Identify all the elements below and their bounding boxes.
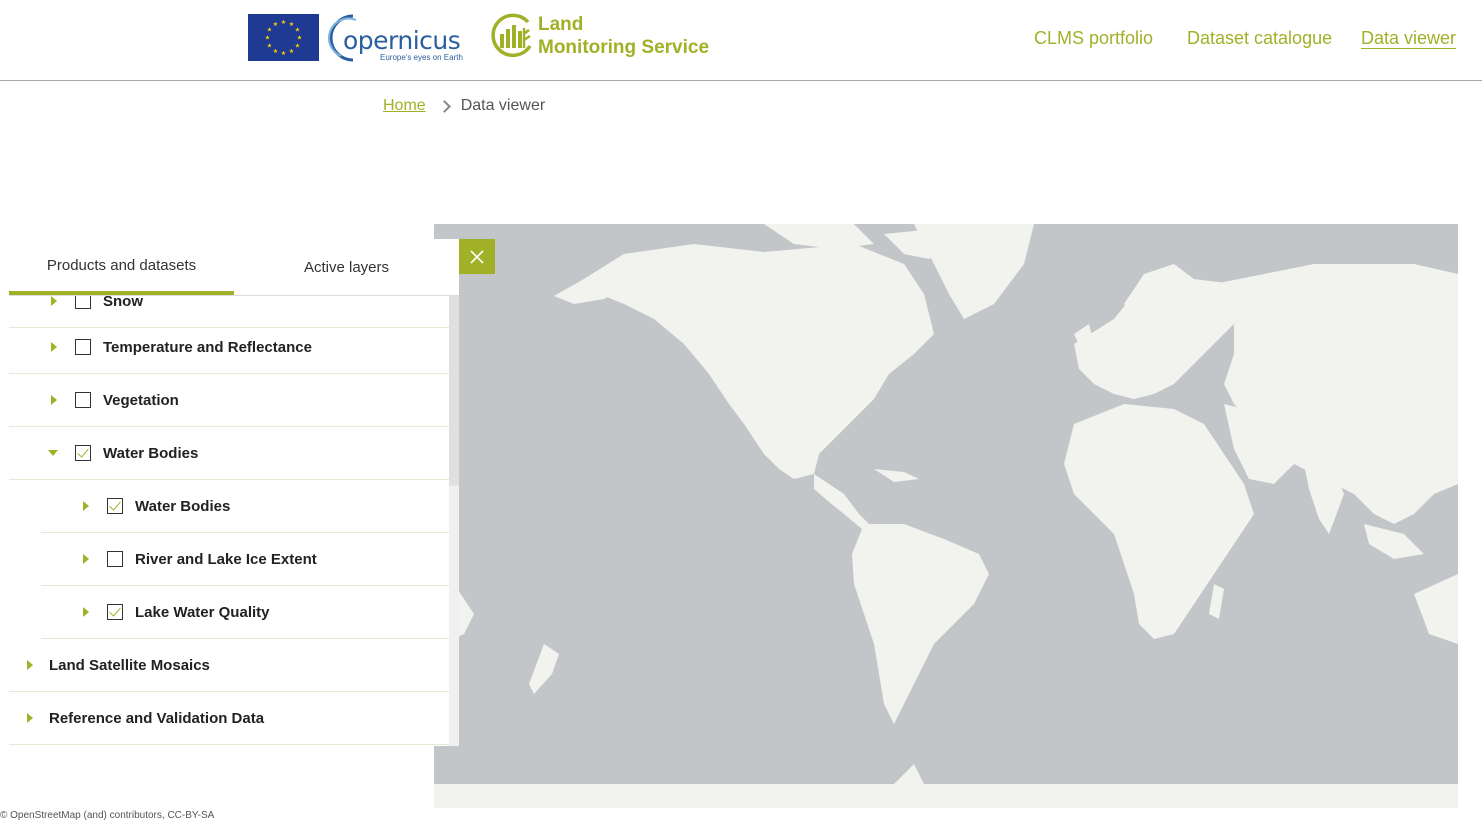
checkbox-water-bodies-group[interactable] [75, 445, 91, 461]
svg-text:★: ★ [265, 35, 270, 42]
checkbox-river-and-lake-ice-extent[interactable] [107, 551, 123, 567]
tree-item-label: Land Satellite Mosaics [49, 656, 210, 674]
tree-item-lake-water-quality[interactable]: Lake Water Quality [41, 586, 449, 639]
map-attribution: © OpenStreetMap (and) contributors, CC-B… [0, 810, 215, 821]
caret-right-icon[interactable] [51, 395, 57, 405]
land-monitoring-service-title[interactable]: Land Monitoring Service [538, 13, 709, 59]
nav-clms-portfolio[interactable]: CLMS portfolio [1034, 28, 1153, 49]
tree-item-water-bodies[interactable]: Water Bodies [41, 480, 449, 533]
land-monitoring-service-logo-icon[interactable] [490, 12, 536, 60]
tree-item-label: Lake Water Quality [135, 603, 270, 621]
caret-right-icon[interactable] [83, 501, 89, 511]
tree-item-land-satellite-mosaics[interactable]: Land Satellite Mosaics [9, 639, 449, 692]
tree-item-temperature-and-reflectance[interactable]: Temperature and Reflectance [9, 321, 449, 374]
tree-item-river-and-lake-ice-extent[interactable]: River and Lake Ice Extent [41, 533, 449, 586]
caret-right-icon[interactable] [51, 342, 57, 352]
nav-data-viewer[interactable]: Data viewer [1361, 28, 1457, 49]
svg-text:★: ★ [289, 21, 294, 28]
tab-active-layers[interactable]: Active layers [234, 239, 459, 295]
checkbox-vegetation[interactable] [75, 392, 91, 408]
tree-scrollbar[interactable] [449, 296, 459, 746]
product-tree[interactable]: Snow Temperature and Reflectance Vegetat… [9, 296, 449, 746]
eu-flag-logo[interactable]: ★ ★ ★ ★ ★ ★ ★ ★ ★ ★ ★ ★ [248, 14, 319, 61]
svg-text:★: ★ [267, 43, 272, 50]
svg-text:★: ★ [295, 43, 300, 50]
tree-item-label: Temperature and Reflectance [103, 338, 312, 356]
lms-title-line2: Monitoring Service [538, 37, 710, 58]
tree-item-vegetation[interactable]: Vegetation [9, 374, 449, 427]
lms-title-line1: Land [538, 14, 584, 35]
checkbox-snow[interactable] [75, 296, 91, 309]
caret-right-icon[interactable] [27, 660, 33, 670]
panel-tabs: Products and datasets Active layers [9, 239, 459, 296]
scrollbar-thumb[interactable] [449, 296, 459, 486]
caret-down-icon[interactable] [48, 450, 58, 456]
svg-text:★: ★ [273, 48, 278, 55]
nav-dataset-catalogue[interactable]: Dataset catalogue [1187, 28, 1332, 49]
tree-item-label: Snow [103, 296, 143, 310]
tree-item-water-bodies-group[interactable]: Water Bodies [9, 427, 449, 480]
tree-item-label: Water Bodies [103, 444, 199, 462]
chevron-right-icon [437, 99, 451, 113]
tree-item-label: River and Lake Ice Extent [135, 550, 317, 568]
copernicus-tagline: Europe's eyes on Earth [380, 53, 463, 62]
caret-right-icon[interactable] [83, 554, 89, 564]
svg-text:★: ★ [273, 21, 278, 28]
checkbox-temperature-and-reflectance[interactable] [75, 339, 91, 355]
caret-right-icon[interactable] [83, 607, 89, 617]
checkbox-lake-water-quality[interactable] [107, 604, 123, 620]
breadcrumb: Home Data viewer [383, 97, 545, 115]
svg-text:★: ★ [281, 50, 286, 57]
tree-item-reference-and-validation-data[interactable]: Reference and Validation Data [9, 692, 449, 745]
svg-text:★: ★ [289, 48, 294, 55]
svg-text:★: ★ [297, 35, 302, 42]
svg-text:★: ★ [281, 19, 286, 26]
close-icon [470, 249, 484, 264]
layers-panel: Products and datasets Active layers Snow… [9, 239, 459, 746]
close-panel-button[interactable] [459, 239, 495, 274]
caret-right-icon[interactable] [51, 296, 57, 306]
svg-text:★: ★ [267, 27, 272, 34]
copernicus-logo[interactable]: opernicus Europe's eyes on Earth [323, 12, 468, 64]
tree-item-label: Water Bodies [135, 497, 231, 515]
tab-products-and-datasets[interactable]: Products and datasets [9, 239, 234, 295]
caret-right-icon[interactable] [27, 713, 33, 723]
map-canvas[interactable] [434, 224, 1458, 808]
checkbox-water-bodies[interactable] [107, 498, 123, 514]
breadcrumb-home-link[interactable]: Home [383, 97, 426, 115]
tree-item-label: Vegetation [103, 391, 179, 409]
svg-text:★: ★ [295, 27, 300, 34]
breadcrumb-current: Data viewer [460, 97, 546, 114]
site-header: ★ ★ ★ ★ ★ ★ ★ ★ ★ ★ ★ ★ opernicus Europe… [0, 0, 1482, 81]
copernicus-wordmark: opernicus [343, 26, 461, 55]
tree-item-label: Reference and Validation Data [49, 709, 265, 727]
